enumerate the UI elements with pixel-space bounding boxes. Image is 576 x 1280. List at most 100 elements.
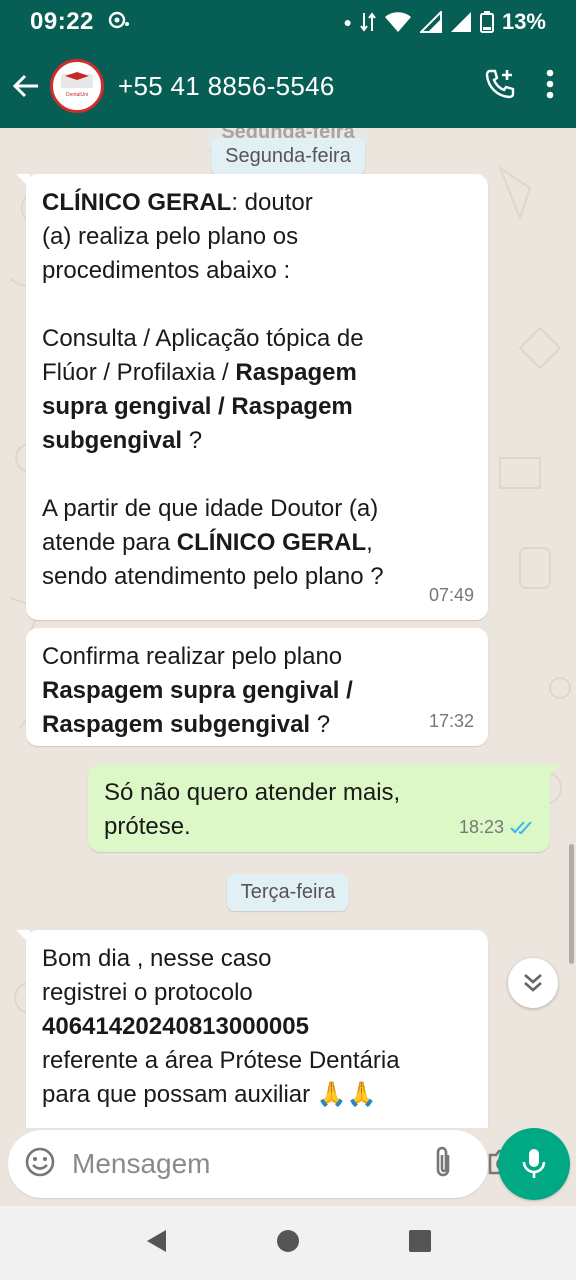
message-line: (a) realiza pelo plano os [42,220,472,254]
add-call-icon [485,69,515,98]
message-line: para que possam auxiliar 🙏🙏 [42,1078,472,1112]
message-line: Confirma realizar pelo plano [42,640,472,674]
text-segment: , [366,529,373,556]
message-line: registrei o protocolo [42,976,472,1010]
text-segment: Consulta / Aplicação tópica de [42,325,364,352]
composer-pill [8,1130,518,1198]
signal-icon-2 [450,12,471,32]
text-segment: registrei o protocolo [42,979,253,1006]
text-segment: referente a área Prótese Dentária [42,1047,400,1074]
notification-icon [108,10,130,35]
message-bubble-incoming[interactable]: Bom dia , nesse caso registrei o protocol… [16,930,488,1128]
text-segment: atende para [42,529,177,556]
bold-text: CLÍNICO GERAL [42,189,232,216]
avatar[interactable]: DentalUni [50,59,104,113]
text-segment: Só não quero atender mais, [104,779,401,806]
message-text: CLÍNICO GERAL: doutor (a) realiza pelo pl… [42,186,472,594]
chevron-double-down-icon [524,974,542,992]
message-meta: 18:23 [459,810,536,844]
composer-bar [0,1128,576,1206]
scroll-to-bottom-button[interactable] [508,958,558,1008]
wifi-icon [384,12,411,32]
avatar-logo-text: DentalUni [66,92,88,98]
message-time: 18:23 [458,817,504,837]
message-line: 40641420240813000005 [42,1010,472,1044]
message-input[interactable] [72,1148,433,1180]
message-text: Bom dia , nesse caso registrei o protocol… [42,942,472,1112]
message-bubble-incoming[interactable]: Confirma realizar pelo plano Raspagem sup… [26,628,488,746]
bubble-tail [546,764,560,778]
header-actions [484,68,554,105]
nav-home-button[interactable] [276,1229,300,1258]
arrow-left-icon [12,74,38,98]
mic-button[interactable] [498,1128,570,1200]
dental-logo-icon: DentalUni [61,72,93,98]
message-line: sendo atendimento pelo plano ? [42,560,472,594]
data-arrows-icon [360,12,376,32]
bold-text: subgengival [42,427,183,454]
nav-back-button[interactable] [144,1228,168,1259]
message-meta: 17:32 [429,704,474,738]
text-segment: prótese. [104,813,191,840]
message-line: supra gengival / Raspagem [42,390,472,424]
square-recents-icon [409,1229,431,1252]
message-line: subgengival ? [42,424,472,458]
message-line [42,288,472,322]
text-segment: Confirma realizar pelo plano [42,643,343,670]
text-segment: ? [182,427,203,454]
bubble-tail [16,930,30,944]
message-line [42,458,472,492]
bubble-tail [16,174,30,188]
message-time: 07:49 [428,585,474,605]
paperclip-icon [436,1146,450,1176]
text-segment: : doutor [231,189,313,216]
status-icons: ● 13% [343,9,546,35]
system-nav-bar [0,1206,576,1280]
emoji-button[interactable] [24,1146,56,1183]
bold-text: CLÍNICO GERAL [176,529,367,556]
message-meta: 07:49 [429,578,474,612]
message-bubble-outgoing[interactable]: Só não quero atender mais, prótese. 18:23 [88,764,560,852]
bold-text: Raspagem supra gengival / [42,677,353,704]
message-line: procedimentos abaixo : [42,254,472,288]
text-segment: (a) realiza pelo plano os [42,223,299,250]
dot-icon: ● [343,14,352,30]
text-segment: Flúor / Profilaxia / [42,359,236,386]
message-line: referente a área Prótese Dentária [42,1044,472,1078]
text-segment: A partir de que idade Doutor (a) [42,495,379,522]
circle-home-icon [277,1229,299,1252]
attach-button[interactable] [433,1145,453,1184]
add-call-button[interactable] [484,68,516,105]
message-line: A partir de que idade Doutor (a) [42,492,472,526]
chat-area[interactable]: Segunda-feira Segunda-feira CLÍNICO GERA… [0,128,576,1128]
status-bar: 09:22 ● 13% [0,0,576,44]
text-segment: procedimentos abaixo : [42,257,291,284]
back-button[interactable] [2,72,50,100]
bold-text: Raspagem [235,359,357,386]
message-line: Bom dia , nesse caso [42,942,472,976]
signal-icon [419,11,442,33]
chat-header: DentalUni +55 41 8856-5546 [0,44,576,128]
message-line: Raspagem supra gengival / [42,674,472,708]
message-line: atende para CLÍNICO GERAL, [42,526,472,560]
battery-icon [479,11,494,33]
message-line: Só não quero atender mais, [104,776,534,810]
bold-text: Raspagem subgengival [42,711,311,738]
triangle-back-icon [147,1229,166,1252]
scrollbar[interactable] [569,844,574,964]
battery-percent: 13% [501,9,546,34]
more-options-button[interactable] [546,69,554,104]
message-line: Flúor / Profilaxia / Raspagem [42,356,472,390]
text-segment: Bom dia , nesse caso [42,945,272,972]
nav-recents-button[interactable] [408,1229,432,1258]
bold-text: supra gengival / Raspagem [42,393,353,420]
date-chip-monday: Segunda-feira [211,138,365,175]
text-segment: sendo atendimento pelo plano ? [42,563,384,590]
message-bubble-incoming[interactable]: CLÍNICO GERAL: doutor (a) realiza pelo pl… [16,174,488,620]
message-line: CLÍNICO GERAL: doutor [42,186,472,220]
date-chip-tuesday: Terça-feira [226,874,350,911]
double-check-icon [510,821,532,835]
message-text: Confirma realizar pelo plano Raspagem sup… [42,640,472,742]
status-time: 09:22 [30,8,94,35]
contact-name[interactable]: +55 41 8856-5546 [118,71,335,102]
